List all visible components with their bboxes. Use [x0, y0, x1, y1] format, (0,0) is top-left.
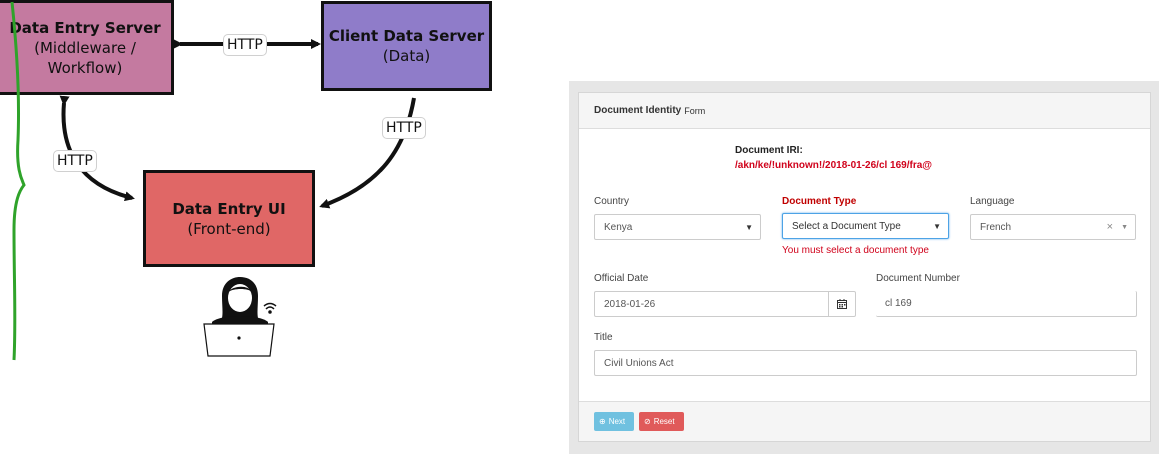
- country-value: Kenya: [604, 221, 633, 233]
- data-entry-ui-box: Data Entry UI (Front-end): [143, 170, 315, 267]
- arrow-circle-icon: ⊕: [599, 417, 606, 426]
- client-server-title: Client Data Server: [328, 27, 485, 45]
- title-label: Title: [594, 332, 613, 343]
- chevron-down-icon: ▼: [933, 222, 941, 231]
- official-date-label: Official Date: [594, 273, 649, 284]
- document-type-select[interactable]: Select a Document Type ▼: [782, 213, 949, 239]
- chevron-down-icon: ▼: [1121, 224, 1128, 231]
- panel-footer: ⊕ Next ⊘ Reset: [579, 401, 1150, 441]
- entry-ui-title: Data Entry UI: [172, 199, 286, 218]
- curly-brace-divider: [10, 1, 26, 361]
- document-iri-label: Document IRI:: [735, 145, 803, 156]
- chevron-down-icon: ▼: [745, 223, 753, 232]
- reset-label: Reset: [653, 417, 675, 426]
- document-number-value: cl 169: [885, 298, 912, 309]
- wifi-icon: [263, 302, 277, 314]
- calendar-icon[interactable]: [828, 292, 855, 316]
- http-label-left: HTTP: [53, 150, 97, 172]
- language-label: Language: [970, 196, 1015, 207]
- panel-header: Document Identity Form: [579, 93, 1150, 129]
- http-label-right: HTTP: [382, 117, 426, 139]
- entry-server-title: Data Entry Server: [9, 18, 161, 37]
- clear-icon[interactable]: ×: [1107, 221, 1113, 233]
- official-date-input[interactable]: 2018-01-26: [594, 291, 856, 317]
- panel-title: Document Identity: [594, 105, 682, 116]
- entry-server-sub1: (Middleware /: [34, 38, 136, 57]
- architecture-diagram: Data Entry Server (Middleware / Workflow…: [0, 0, 520, 454]
- title-input[interactable]: Civil Unions Act: [594, 350, 1137, 376]
- next-label: Next: [608, 417, 626, 426]
- reset-button[interactable]: ⊘ Reset: [639, 412, 684, 431]
- document-number-label: Document Number: [876, 273, 960, 284]
- client-server-sub: (Data): [382, 47, 431, 65]
- document-type-error: You must select a document type: [782, 245, 929, 256]
- entry-server-sub2: Workflow): [47, 58, 123, 77]
- language-value: French: [980, 221, 1012, 233]
- country-label: Country: [594, 196, 630, 207]
- title-value: Civil Unions Act: [604, 357, 674, 369]
- language-select[interactable]: French × ▼: [970, 214, 1136, 240]
- next-button[interactable]: ⊕ Next: [594, 412, 634, 431]
- client-data-server-box: Client Data Server (Data): [321, 1, 492, 91]
- person-at-laptop-icon: [203, 277, 277, 357]
- arrow-client-ui: [319, 97, 416, 209]
- document-type-label: Document Type: [782, 196, 857, 207]
- document-type-value: Select a Document Type: [792, 220, 901, 232]
- country-select[interactable]: Kenya ▼: [594, 214, 761, 240]
- official-date-value: 2018-01-26: [604, 298, 656, 310]
- panel-subtitle: Form: [684, 105, 706, 116]
- entry-ui-sub: (Front-end): [187, 219, 271, 238]
- document-iri-value: /akn/ke/!unknown!/2018-01-26/cl 169/fra@: [735, 160, 933, 171]
- ban-icon: ⊘: [644, 417, 651, 426]
- http-label-top: HTTP: [223, 34, 267, 56]
- document-identity-panel: Document Identity Form Document IRI: /ak…: [578, 92, 1151, 442]
- document-number-input[interactable]: cl 169: [876, 291, 1137, 317]
